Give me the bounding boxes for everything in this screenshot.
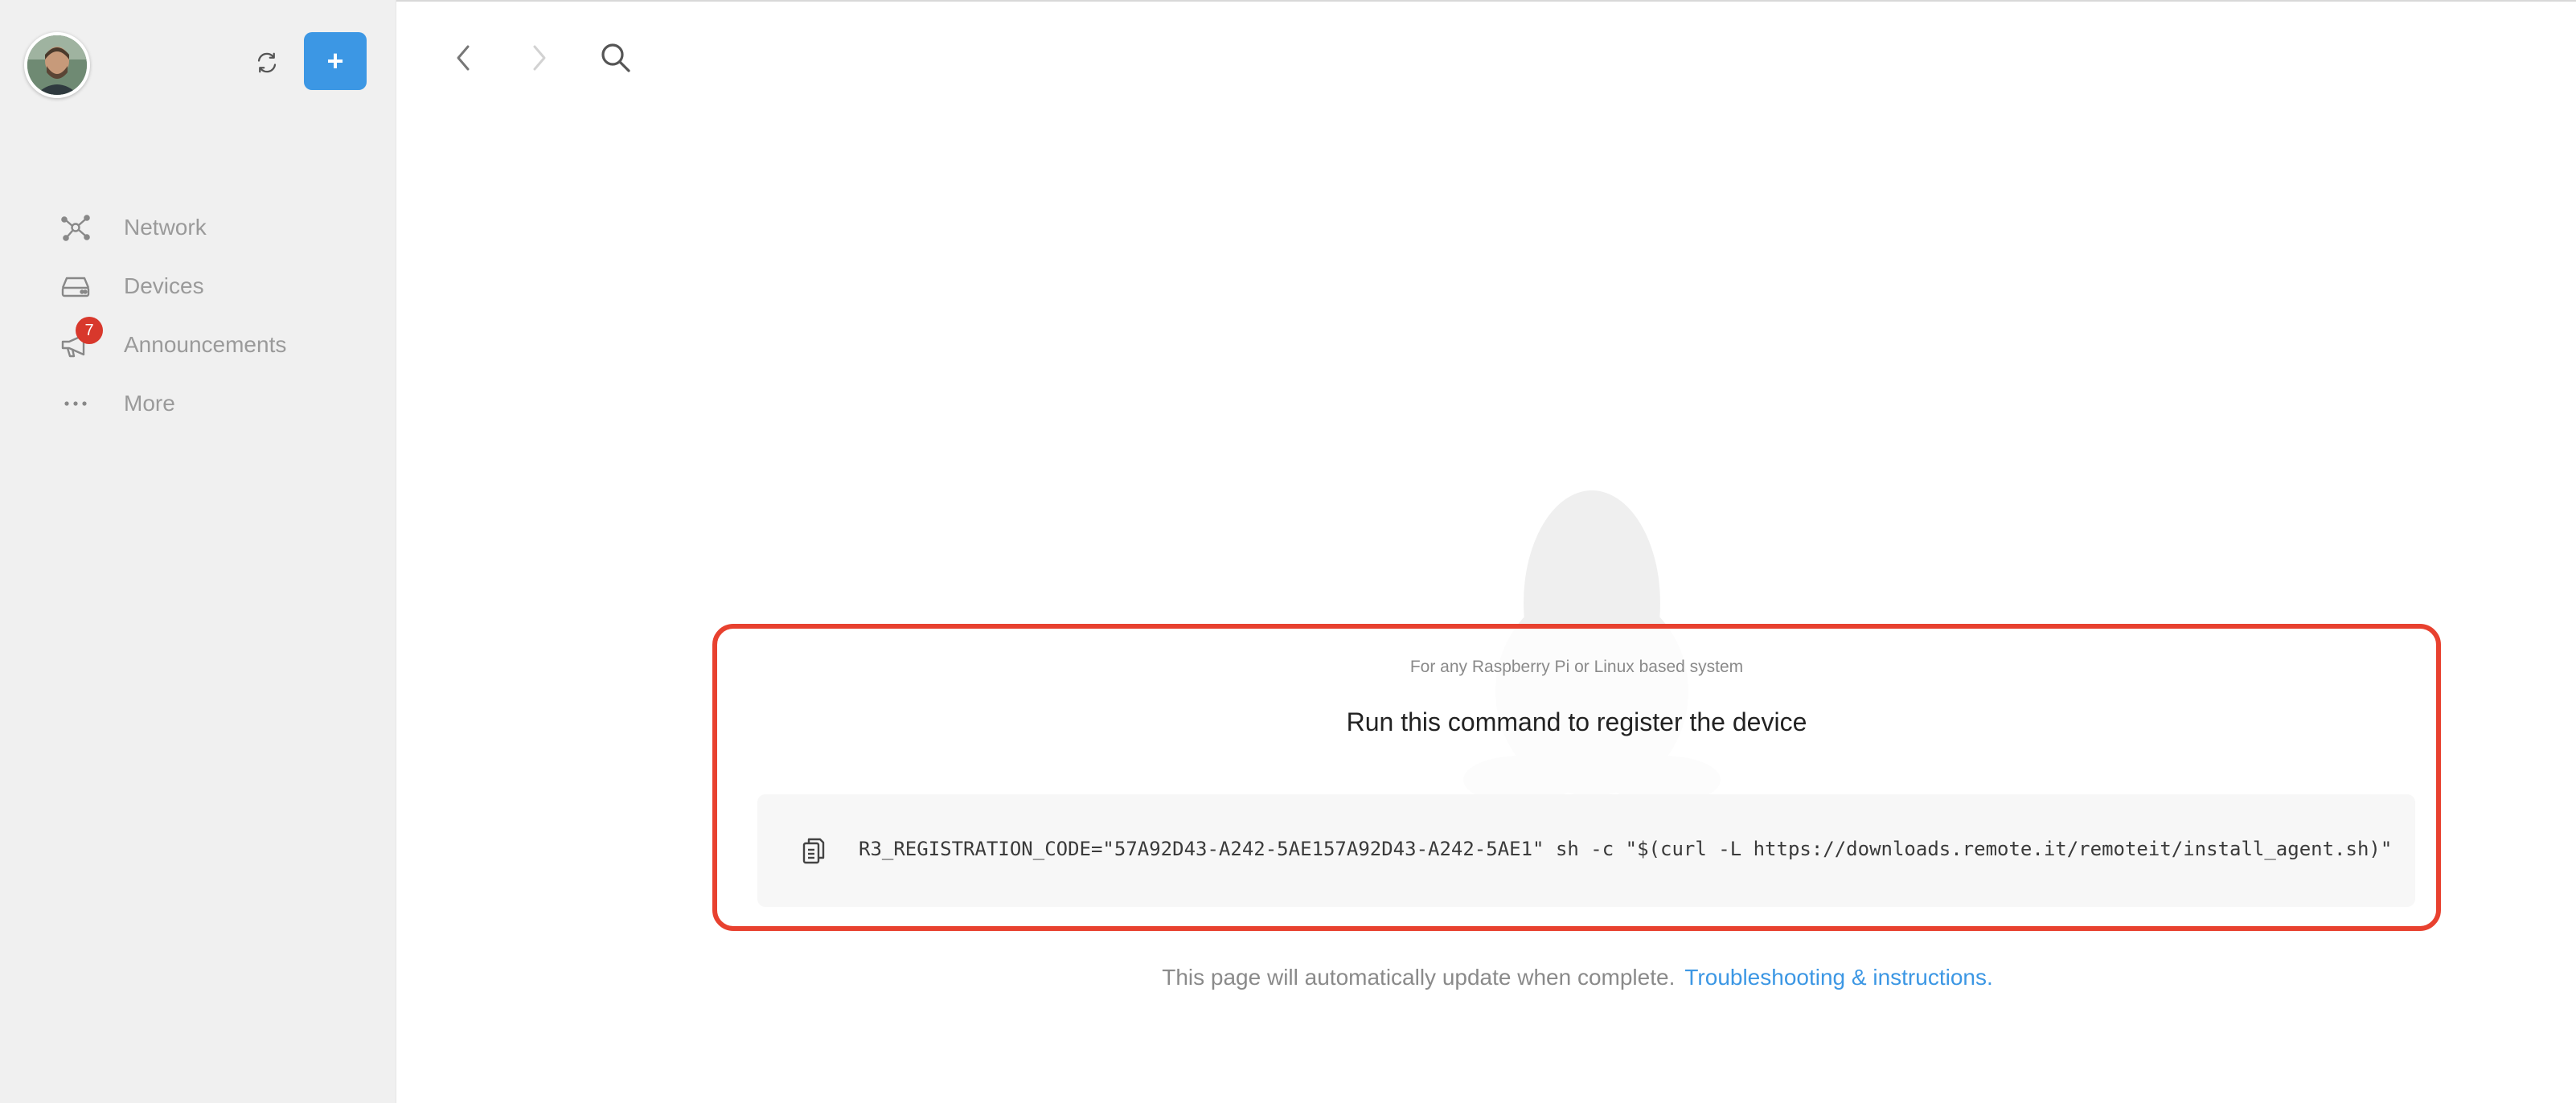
- app-window: + Network Devices 7 Announcements More F…: [0, 0, 2576, 1103]
- forward-button[interactable]: [519, 37, 560, 79]
- refresh-button[interactable]: [249, 45, 285, 80]
- command-box[interactable]: R3_REGISTRATION_CODE="57A92D43-A242-5AE1…: [757, 794, 2415, 907]
- sidebar-item-label: Devices: [124, 273, 204, 298]
- more-icon: [58, 386, 93, 421]
- search-icon: [601, 43, 630, 72]
- sidebar: + Network Devices 7 Announcements More: [0, 0, 396, 1103]
- copy-icon[interactable]: [796, 833, 831, 868]
- sidebar-item-label: More: [124, 390, 175, 416]
- sidebar-item-devices[interactable]: Devices: [0, 256, 396, 315]
- network-icon: [58, 210, 93, 245]
- card-title: Run this command to register the device: [1346, 707, 1807, 736]
- card-subtitle: For any Raspberry Pi or Linux based syst…: [1409, 658, 1744, 676]
- auto-update-text: This page will automatically update when…: [1162, 965, 1676, 990]
- back-button[interactable]: [442, 37, 484, 79]
- troubleshooting-link[interactable]: Troubleshooting & instructions.: [1684, 965, 1992, 990]
- chevron-right-icon: [533, 45, 546, 71]
- devices-icon: [58, 269, 93, 304]
- avatar[interactable]: [24, 32, 90, 98]
- sidebar-item-more[interactable]: More: [0, 374, 396, 433]
- sidebar-item-label: Network: [124, 214, 207, 240]
- announcements-badge: 7: [76, 317, 103, 344]
- status-footer: This page will automatically update when…: [0, 965, 2576, 990]
- search-button[interactable]: [595, 37, 637, 79]
- plus-icon: +: [326, 44, 344, 77]
- register-command-card: For any Raspberry Pi or Linux based syst…: [712, 624, 2441, 931]
- sidebar-item-network[interactable]: Network: [0, 198, 396, 256]
- sidebar-item-announcements[interactable]: 7 Announcements: [0, 315, 396, 374]
- refresh-icon: [257, 52, 277, 73]
- registration-command-text[interactable]: R3_REGISTRATION_CODE="57A92D43-A242-5AE1…: [859, 838, 2392, 860]
- sidebar-nav: Network Devices 7 Announcements More: [0, 198, 396, 433]
- sidebar-item-label: Announcements: [124, 331, 287, 357]
- add-device-button[interactable]: +: [304, 32, 367, 90]
- chevron-left-icon: [457, 45, 470, 71]
